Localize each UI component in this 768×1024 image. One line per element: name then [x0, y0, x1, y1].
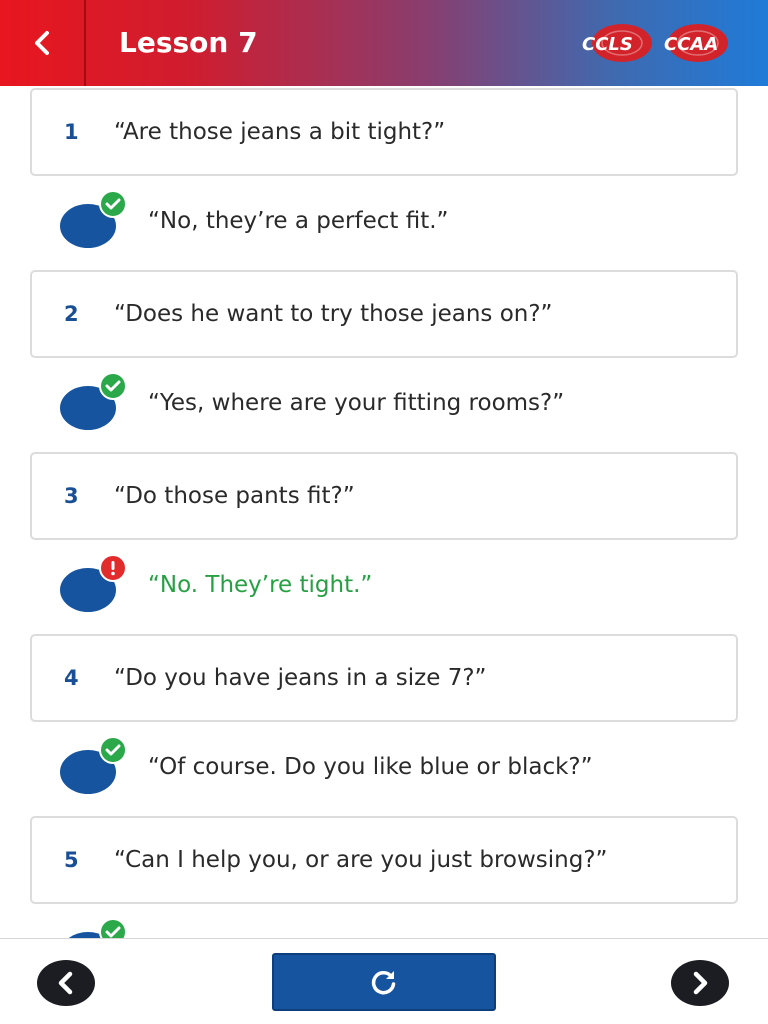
answer-row[interactable]: “Yes, where are your fitting rooms?”: [58, 372, 748, 432]
bottom-bar: [0, 938, 768, 1024]
back-button[interactable]: [0, 0, 86, 86]
check-icon: [99, 190, 127, 218]
top-bar: Lesson 7 CCLS CCAA: [0, 0, 768, 86]
answer-row[interactable]: [58, 918, 748, 938]
question-number: 5: [64, 848, 79, 872]
check-icon: [99, 918, 127, 938]
check-icon: [99, 372, 127, 400]
answer-text: “Yes, where are your fitting rooms?”: [148, 390, 565, 416]
question-text: “Do those pants fit?”: [114, 483, 355, 509]
question-number: 3: [64, 484, 79, 508]
question-number: 1: [64, 120, 79, 144]
question-text: “Does he want to try those jeans on?”: [114, 301, 553, 327]
chevron-left-icon: [35, 31, 49, 55]
answer-row[interactable]: “No. They’re tight.”: [58, 554, 748, 614]
question-card[interactable]: 2 “Does he want to try those jeans on?”: [30, 270, 738, 358]
question-number: 4: [64, 666, 79, 690]
question-card[interactable]: 5 “Can I help you, or are you just brows…: [30, 816, 738, 904]
svg-text:CCLS: CCLS: [582, 34, 633, 55]
reload-icon: [371, 970, 396, 995]
question-number: 2: [64, 302, 79, 326]
page-title: Lesson 7: [119, 26, 258, 59]
answer-text: “No, they’re a perfect fit.”: [148, 208, 449, 234]
chevron-left-icon: [58, 971, 73, 995]
question-text: “Can I help you, or are you just browsin…: [114, 847, 608, 873]
answer-text: “Of course. Do you like blue or black?”: [148, 754, 593, 780]
chevron-right-icon: [693, 971, 708, 995]
previous-button[interactable]: [37, 960, 95, 1006]
exclamation-icon: [99, 554, 127, 582]
question-text: “Are those jeans a bit tight?”: [114, 119, 446, 145]
check-icon: [99, 736, 127, 764]
answer-text: “No. They’re tight.”: [148, 572, 373, 598]
answer-row[interactable]: “No, they’re a perfect fit.”: [58, 190, 748, 250]
question-text: “Do you have jeans in a size 7?”: [114, 665, 487, 691]
answer-row[interactable]: “Of course. Do you like blue or black?”: [58, 736, 748, 796]
question-card[interactable]: 3 “Do those pants fit?”: [30, 452, 738, 540]
lesson-content[interactable]: 1 “Are those jeans a bit tight?” “No, th…: [0, 86, 768, 938]
ccls-ccaa-logo: CCLS CCAA: [582, 24, 728, 62]
reload-button[interactable]: [272, 953, 496, 1011]
next-button[interactable]: [671, 960, 729, 1006]
question-card[interactable]: 1 “Are those jeans a bit tight?”: [30, 88, 738, 176]
question-card[interactable]: 4 “Do you have jeans in a size 7?”: [30, 634, 738, 722]
svg-text:CCAA: CCAA: [664, 34, 718, 55]
